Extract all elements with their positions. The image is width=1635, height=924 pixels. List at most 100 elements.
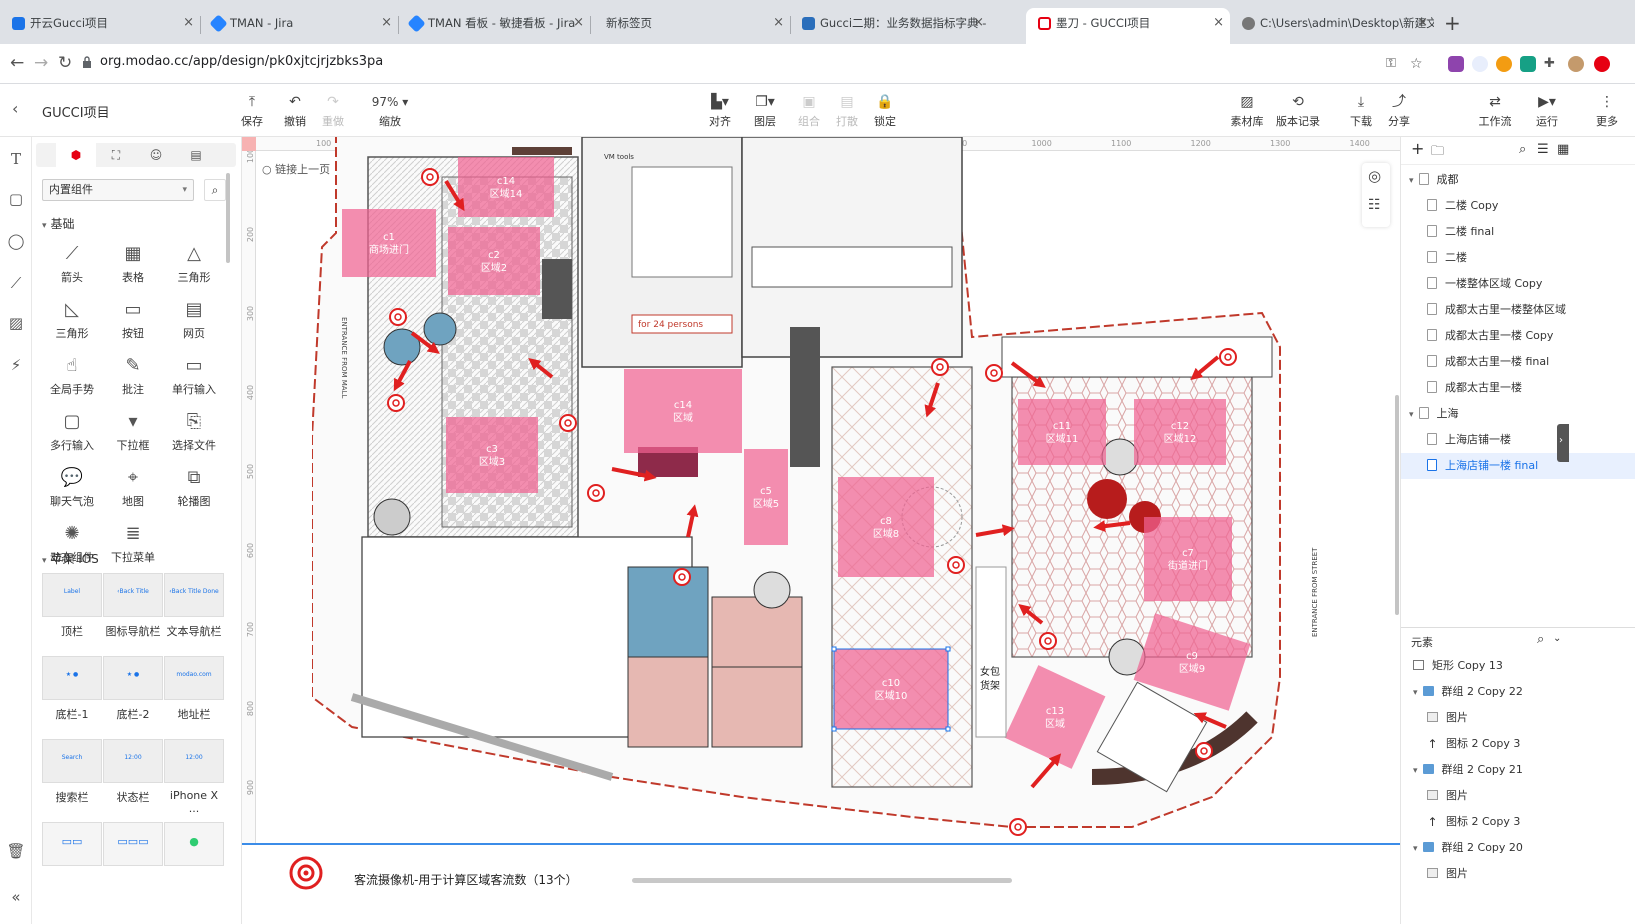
avatar[interactable] [1568,56,1584,72]
component-library-select[interactable]: 内置组件 ▾ [42,179,194,201]
zone-c14[interactable] [624,369,742,453]
component-item[interactable]: ⧉ 轮播图 [164,459,224,515]
floor-plan[interactable]: VM tools for 24 persons ENTRANCE FROM ST… [312,137,1342,843]
tab-masters-icon[interactable]: ⛶ [96,143,136,167]
zone-c2[interactable] [448,227,540,295]
component-item[interactable]: ☝ 全局手势 [42,347,102,403]
zone-c7[interactable] [1144,517,1232,601]
zone-c3[interactable] [446,417,538,493]
align-button[interactable]: ▙▾ 对齐 [697,91,743,129]
tab-templates-icon[interactable]: ▤ [176,143,216,167]
zone-c5[interactable] [744,449,788,545]
line-tool-icon[interactable]: ⟋ [6,273,26,293]
image-tool-icon[interactable]: ▨ [6,313,26,333]
zone-c10[interactable] [834,649,948,729]
zone-c1[interactable] [342,209,436,277]
page-item[interactable]: 一楼整体区域 Copy [1401,271,1635,297]
component-item[interactable]: ⌖ 地图 [103,459,163,515]
chevron-down-icon[interactable]: ⌄ [1553,633,1561,644]
ios-component-thumb[interactable]: ‹Back Title Done [164,573,224,617]
extension-icon[interactable] [1520,56,1536,72]
tab-close-icon[interactable]: × [573,8,584,38]
page-item[interactable]: 成都太古里一楼 final [1401,349,1635,375]
resize-handle[interactable] [831,646,837,652]
ios-component-thumb[interactable]: 12:00 [103,739,163,783]
extension-icon[interactable] [1594,56,1610,72]
resize-handle[interactable] [945,726,951,732]
tab-close-icon[interactable]: × [1213,8,1224,38]
browser-tab[interactable]: Gucci二期：业务数据指标字典 - × [790,8,990,44]
key-icon[interactable]: ⚿ [1386,56,1402,72]
component-item[interactable]: ⎘ 选择文件 [164,403,224,459]
page-item[interactable]: 二楼 final [1401,219,1635,245]
add-folder-icon[interactable]: 🗀 [1431,142,1444,164]
camera-icon[interactable] [1009,818,1027,836]
zoom-dropdown[interactable]: 97% ▾ 缩放 [362,91,418,129]
component-item[interactable]: ✎ 批注 [103,347,163,403]
ios-component-thumb[interactable]: ★ ● [42,656,102,700]
interaction-tool-icon[interactable]: ⚡ [6,355,26,375]
browser-tab[interactable]: C:\Users\admin\Desktop\新建文 × [1230,8,1434,44]
ellipse-tool-icon[interactable]: ◯ [6,231,26,251]
forward-arrow-icon[interactable]: → [34,53,48,73]
tab-close-icon[interactable]: × [1417,8,1428,38]
sliders-icon[interactable]: ☷ [1368,197,1381,213]
run-button[interactable]: ▶▾ 运行 [1524,91,1570,129]
component-item[interactable]: ≣ 下拉菜单 [103,515,163,571]
page-folder[interactable]: ▾ 成都 [1401,167,1635,193]
component-item[interactable]: ▤ 网页 [164,291,224,347]
tab-close-icon[interactable]: × [183,8,194,38]
page-item[interactable]: 二楼 Copy [1401,193,1635,219]
tab-close-icon[interactable]: × [973,8,984,38]
camera-icon[interactable] [389,308,407,326]
tab-icons-icon[interactable]: ☺ [136,143,176,167]
ios-component-thumb[interactable]: ‹Back Title [103,573,163,617]
lock-button[interactable]: 🔒 锁定 [862,91,908,129]
tab-close-icon[interactable]: × [381,8,392,38]
search-icon[interactable]: ⌕ [1519,142,1526,157]
camera-icon[interactable] [421,168,439,186]
element-item[interactable]: ▾ 群组 2 Copy 21 [1401,757,1635,783]
star-icon[interactable]: ☆ [1410,56,1426,72]
element-item[interactable]: 图片 [1401,783,1635,809]
ios-component-thumb[interactable]: ▭▭ [42,822,102,866]
component-item[interactable]: 💬 聊天气泡 [42,459,102,515]
collapse-right-panel-button[interactable]: › [1557,424,1569,462]
grid-view-icon[interactable]: ▦ [1557,142,1569,157]
canvas-horizontal-scrollbar[interactable] [632,878,1012,883]
ios-component-thumb[interactable]: Search [42,739,102,783]
camera-icon[interactable] [931,358,949,376]
back-arrow-icon[interactable]: ← [10,53,24,73]
camera-icon[interactable] [947,556,965,574]
ios-component-thumb[interactable]: ★ ● [103,656,163,700]
camera-icon[interactable] [1219,348,1237,366]
ios-component-thumb[interactable]: ● [164,822,224,866]
new-tab-button[interactable]: + [1444,8,1461,38]
page-item[interactable]: 上海店铺一楼 [1401,427,1635,453]
camera-icon[interactable] [985,364,1003,382]
browser-tab[interactable]: 新标签页 × [590,8,790,44]
tab-close-icon[interactable]: × [773,8,784,38]
element-item[interactable]: ▾ 群组 2 Copy 20 [1401,835,1635,861]
component-item[interactable]: △ 三角形 [164,235,224,291]
extension-icon[interactable] [1496,56,1512,72]
target-icon[interactable]: ◎ [1368,167,1381,185]
page-item[interactable]: 成都太古里一楼整体区域 [1401,297,1635,323]
element-item[interactable]: 图片 [1401,705,1635,731]
camera-icon[interactable] [1195,742,1213,760]
page-folder[interactable]: ▾ 上海 [1401,401,1635,427]
reload-icon[interactable]: ↻ [58,53,72,73]
browser-tab[interactable]: 开云Gucci项目 × [0,8,200,44]
resize-handle[interactable] [945,646,951,652]
search-icon[interactable]: ⌕ [204,179,226,201]
trash-icon[interactable]: 🗑 [6,841,26,861]
rectangle-tool-icon[interactable]: ▢ [6,189,26,209]
puzzle-icon[interactable]: ✚ [1544,56,1560,72]
back-icon[interactable]: ‹ [12,99,18,118]
zone-c11[interactable] [1018,399,1106,465]
camera-icon[interactable] [587,484,605,502]
extension-icon[interactable] [1448,56,1464,72]
zone-c14[interactable] [458,157,554,217]
page-item[interactable]: 上海店铺一楼 final [1401,453,1635,479]
browser-tab-active[interactable]: 墨刀 - GUCCI项目 × [1026,8,1230,44]
